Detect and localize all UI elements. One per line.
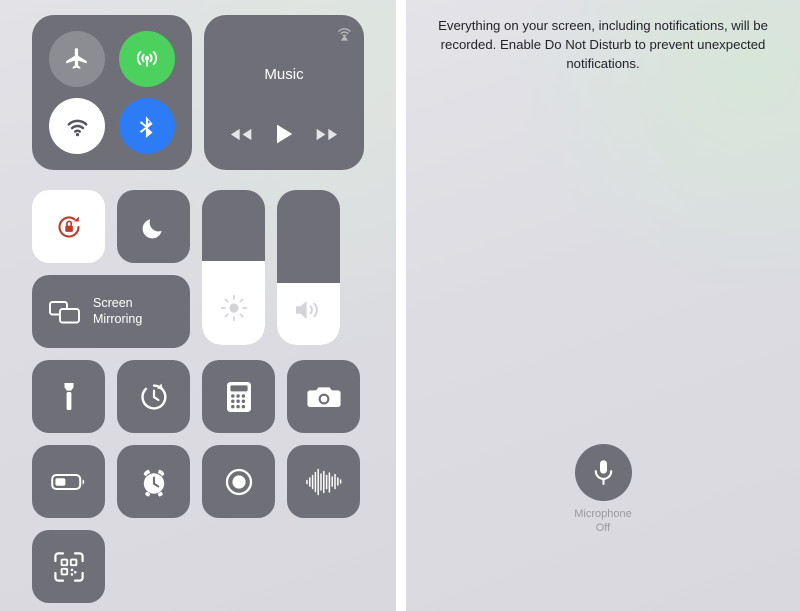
wifi-icon: [67, 119, 87, 136]
low-power-mode-button[interactable]: [32, 445, 105, 518]
rewind-button[interactable]: [228, 126, 253, 148]
moon-icon: [142, 218, 162, 238]
timer-button[interactable]: [117, 360, 190, 433]
wifi-toggle[interactable]: [49, 98, 105, 155]
brightness-icon-wrap: [202, 293, 265, 323]
control-center-row-2: Screen Mirroring: [32, 190, 340, 348]
rewind-icon: [231, 128, 252, 140]
voice-memos-button[interactable]: [287, 445, 360, 518]
microphone-label: Microphone Off: [574, 508, 631, 536]
microphone-label-line2: Off: [595, 521, 611, 534]
airplane-icon: [66, 47, 87, 69]
recording-notice-text: Everything on your screen, including not…: [438, 18, 768, 72]
brightness-slider[interactable]: [202, 190, 265, 345]
music-transport-controls: [204, 123, 364, 150]
toggles-and-mirroring-stack: Screen Mirroring: [32, 190, 190, 348]
screen-mirroring-label-line2: Mirroring: [93, 311, 143, 326]
play-button[interactable]: [274, 123, 294, 150]
screenshot-root: Music Screen Mirroring Everything on you…: [0, 0, 800, 611]
microphone-toggle[interactable]: [574, 444, 632, 501]
rotation-lock-toggle[interactable]: [32, 190, 105, 263]
airplane-mode-toggle[interactable]: [49, 30, 105, 87]
timer-icon: [140, 383, 166, 410]
flashlight-icon: [64, 382, 73, 410]
shortcuts-grid: [32, 360, 360, 603]
screen-recording-button[interactable]: [202, 445, 275, 518]
screen-recording-sheet-right: Everything on your screen, including not…: [406, 0, 800, 611]
microphone-control: Microphone Off: [406, 444, 800, 536]
microphone-icon: [594, 460, 612, 486]
do-not-disturb-toggle[interactable]: [117, 190, 190, 263]
microphone-label-line1: Microphone: [574, 508, 632, 520]
camera-button[interactable]: [287, 360, 360, 433]
screen-mirroring-label: Screen Mirroring: [93, 296, 142, 327]
volume-icon-wrap: [277, 297, 340, 323]
flashlight-button[interactable]: [32, 360, 105, 433]
qr-code-icon: [53, 551, 84, 582]
bluetooth-icon: [139, 116, 153, 139]
bluetooth-toggle[interactable]: [119, 98, 175, 155]
play-icon: [276, 124, 293, 144]
screen-mirroring-button[interactable]: Screen Mirroring: [32, 275, 190, 348]
fast-forward-button[interactable]: [315, 126, 340, 148]
screen-mirroring-label-line1: Screen: [93, 295, 133, 310]
alarm-button[interactable]: [117, 445, 190, 518]
control-center-row-1: Music: [32, 15, 364, 170]
waveform-icon: [305, 468, 341, 495]
fast-forward-icon: [316, 128, 337, 140]
cellular-data-toggle[interactable]: [119, 30, 175, 87]
brightness-icon: [220, 294, 247, 322]
cellular-icon: [136, 50, 158, 67]
qr-scanner-button[interactable]: [32, 530, 105, 603]
volume-slider[interactable]: [277, 190, 340, 345]
alarm-clock-icon: [143, 469, 164, 496]
control-center-left: Music Screen Mirroring: [0, 0, 396, 611]
volume-icon: [295, 301, 318, 319]
calculator-button[interactable]: [202, 360, 275, 433]
music-module[interactable]: Music: [204, 15, 364, 170]
camera-icon: [306, 386, 341, 407]
battery-icon: [50, 473, 84, 490]
screen-mirroring-icon: [49, 300, 80, 323]
calculator-icon: [226, 381, 251, 412]
connectivity-module[interactable]: [32, 15, 192, 170]
rotation-lock-icon: [57, 215, 80, 238]
record-icon: [225, 468, 252, 495]
